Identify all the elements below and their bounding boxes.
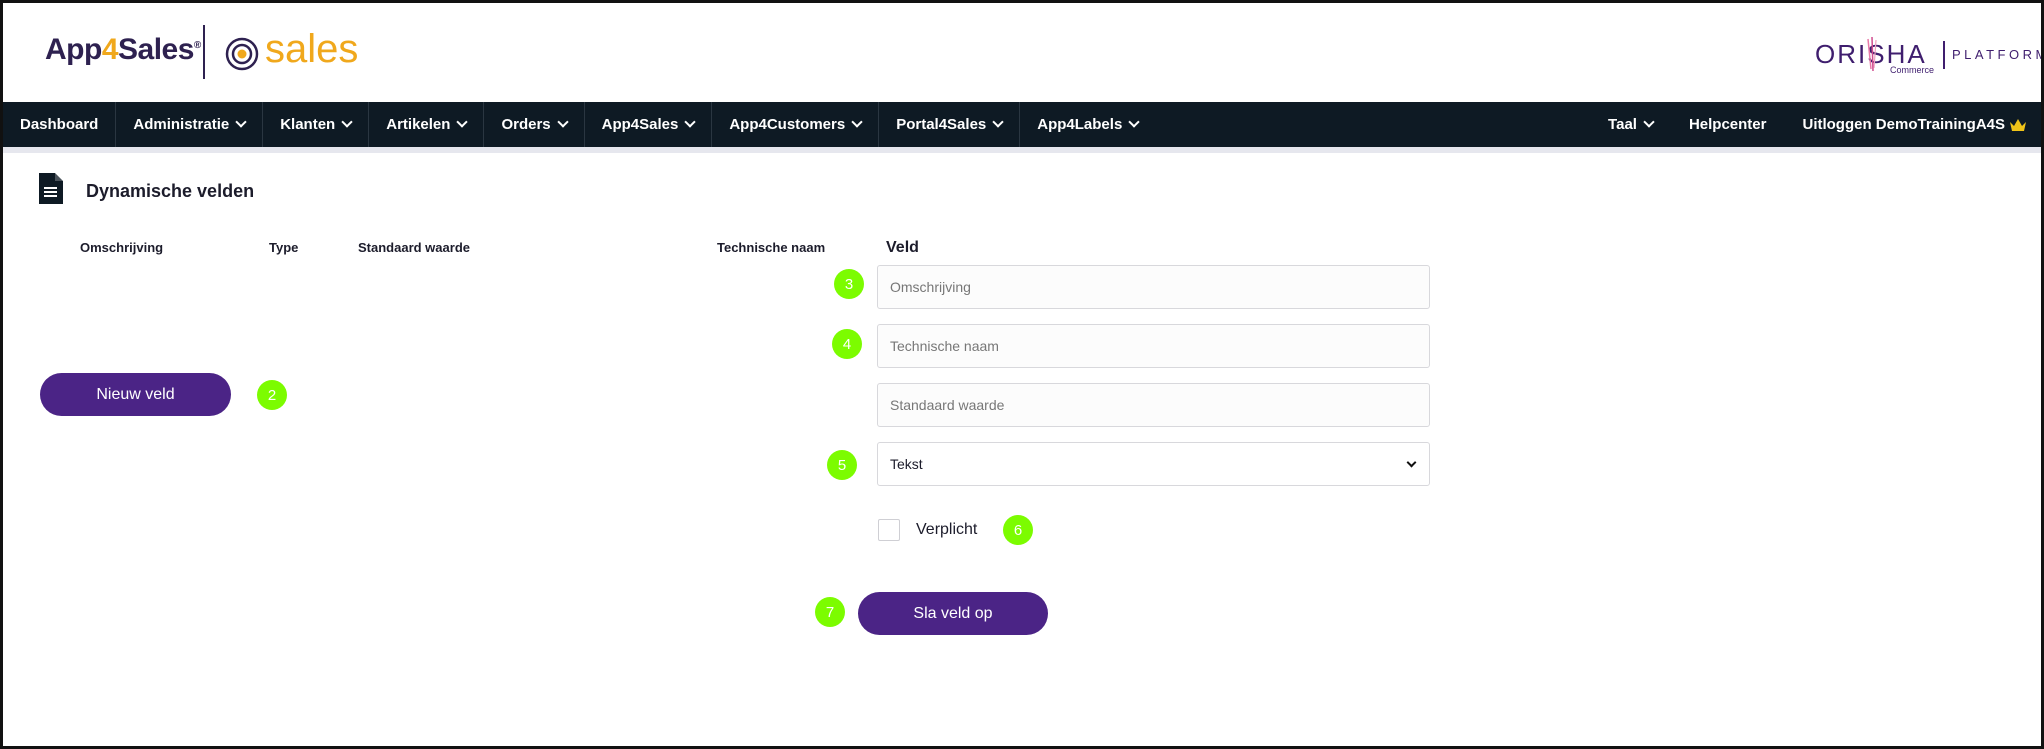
chevron-down-icon xyxy=(992,116,1004,128)
nav-app4sales[interactable]: App4Sales xyxy=(585,102,713,147)
target-icon xyxy=(225,37,259,71)
column-header-omschrijving: Omschrijving xyxy=(80,240,164,255)
required-checkbox[interactable] xyxy=(878,519,900,541)
header: App4Sales® sales ORISHA Commerce PLATFOR… xyxy=(3,3,2041,102)
nav-portal4sales[interactable]: Portal4Sales xyxy=(879,102,1021,147)
nav-label: Portal4Sales xyxy=(896,116,987,133)
step-marker-6: 6 xyxy=(1003,515,1033,545)
step-marker-5: 5 xyxy=(827,450,857,480)
orisha-spark-icon xyxy=(1867,37,1877,71)
sales-logo-text: sales xyxy=(265,27,359,71)
orisha-commerce: Commerce xyxy=(1890,65,1935,75)
nav-label: App4Sales xyxy=(601,116,679,133)
step-marker-2: 2 xyxy=(257,380,287,410)
nav-app4labels[interactable]: App4Labels xyxy=(1020,102,1155,147)
logo-text-four: 4 xyxy=(101,33,119,66)
chevron-down-icon xyxy=(1406,457,1417,467)
nav-label: Klanten xyxy=(280,116,336,133)
nav-label: App4Labels xyxy=(1037,116,1123,133)
nav-app4customers[interactable]: App4Customers xyxy=(712,102,880,147)
default-value-input[interactable] xyxy=(877,383,1430,427)
nav-right: Taal Helpcenter Uitloggen DemoTrainingA4… xyxy=(1590,102,2041,147)
nav-administratie[interactable]: Administratie xyxy=(116,102,264,147)
subnav-divider xyxy=(3,147,2041,153)
chevron-down-icon xyxy=(1643,116,1655,128)
nav-dashboard[interactable]: Dashboard xyxy=(3,102,117,147)
document-icon xyxy=(39,173,63,204)
technical-name-input[interactable] xyxy=(877,324,1430,368)
page-title: Dynamische velden xyxy=(86,181,255,201)
new-field-button[interactable]: Nieuw veld xyxy=(40,373,231,416)
nav-label: Artikelen xyxy=(386,116,451,133)
orisha-platform: PLATFORM xyxy=(1952,47,2044,62)
app4sales-logo[interactable]: App4Sales® xyxy=(45,33,201,67)
chevron-down-icon xyxy=(556,116,569,128)
orisha-platform-logo: ORISHA Commerce PLATFORM xyxy=(1815,37,2041,75)
description-input[interactable] xyxy=(877,265,1430,309)
step-marker-3: 3 xyxy=(834,269,864,299)
step-marker-4: 4 xyxy=(832,329,862,359)
chevron-down-icon xyxy=(851,116,863,128)
step-marker-7: 7 xyxy=(815,597,845,627)
nav-label: App4Customers xyxy=(729,116,846,133)
nav-klanten[interactable]: Klanten xyxy=(263,102,370,147)
column-header-technische-naam: Technische naam xyxy=(717,240,826,255)
crown-icon xyxy=(2010,118,2026,131)
orisha-divider xyxy=(1943,41,1945,69)
nav-artikelen[interactable]: Artikelen xyxy=(369,102,485,147)
nav-orders[interactable]: Orders xyxy=(484,102,585,147)
nav-label: Orders xyxy=(501,116,551,133)
nav-helpcenter[interactable]: Helpcenter xyxy=(1671,102,1785,147)
nav-label: Administratie xyxy=(133,116,230,133)
nav-label: Dashboard xyxy=(20,116,99,133)
column-header-standaard-waarde: Standaard waarde xyxy=(358,240,470,255)
save-field-button[interactable]: Sla veld op xyxy=(858,592,1048,635)
logo-text-sales: Sales xyxy=(118,33,194,66)
logo-registered: ® xyxy=(193,40,201,51)
nav-logout[interactable]: Uitloggen DemoTrainingA4S xyxy=(1784,102,2041,147)
form-title: Veld xyxy=(886,239,919,256)
nav-left: Dashboard Administratie Klanten Artikele… xyxy=(3,102,1155,147)
type-select[interactable]: Tekst xyxy=(877,442,1430,486)
required-label: Verplicht xyxy=(916,521,978,538)
chevron-down-icon xyxy=(1128,116,1140,128)
nav-label: Uitloggen DemoTrainingA4S xyxy=(1802,116,2005,133)
chevron-down-icon xyxy=(341,116,353,128)
column-header-type: Type xyxy=(269,240,299,255)
logo-text: App xyxy=(45,33,102,66)
chevron-down-icon xyxy=(684,116,697,128)
nav-language[interactable]: Taal xyxy=(1590,102,1671,147)
app-window: App4Sales® sales ORISHA Commerce PLATFOR… xyxy=(0,0,2044,749)
main-nav: Dashboard Administratie Klanten Artikele… xyxy=(3,102,2041,147)
nav-label: Taal xyxy=(1608,116,1637,133)
chevron-down-icon xyxy=(235,116,247,128)
type-select-value: Tekst xyxy=(890,456,923,472)
chevron-down-icon xyxy=(456,116,469,128)
nav-label: Helpcenter xyxy=(1688,116,1767,133)
logo-divider xyxy=(203,25,205,79)
